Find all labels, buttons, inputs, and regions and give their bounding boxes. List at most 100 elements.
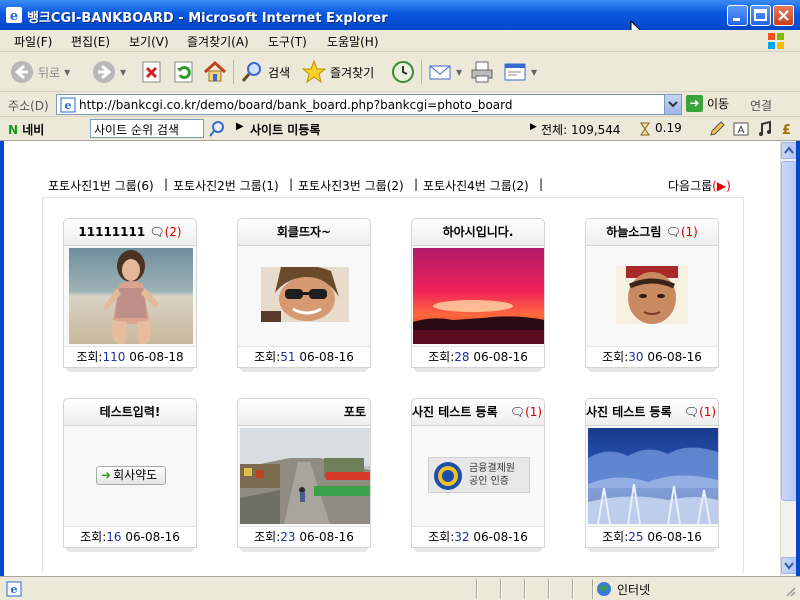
group-link-4[interactable]: 포토사진4번 그룹(2): [423, 177, 529, 194]
translate-icon[interactable]: A: [732, 120, 750, 138]
music-icon[interactable]: [756, 120, 774, 138]
scroll-up-button[interactable]: [781, 142, 797, 159]
card-shadow: [66, 548, 194, 552]
photo-card-image-area[interactable]: 금융결제원 공인 인증: [411, 426, 545, 526]
photo-card-image-area[interactable]: [585, 426, 719, 526]
resize-grip-icon[interactable]: [784, 585, 796, 597]
card-shadow: [414, 368, 542, 372]
address-dropdown-button[interactable]: [664, 95, 681, 114]
mail-icon: [429, 65, 451, 80]
payment-logo[interactable]: 금융결제원 공인 인증: [428, 457, 530, 493]
photo-card-image-area[interactable]: [63, 246, 197, 346]
stop-icon[interactable]: [140, 60, 164, 84]
photo-card-title-text: 회클뜨자~: [276, 225, 332, 239]
print-icon[interactable]: [470, 60, 494, 84]
edit-dropdown-icon[interactable]: ▼: [531, 68, 537, 77]
photo-card[interactable]: 포토 조회:23 06-08-16: [237, 398, 371, 552]
security-zone[interactable]: 인터넷: [596, 580, 650, 598]
photo-card-title[interactable]: 포토: [237, 398, 371, 426]
play-arrow-icon: ▶: [236, 121, 244, 132]
card-shadow: [66, 368, 194, 372]
photo-card-title[interactable]: 사진 테스트 등록 🗨(1): [411, 398, 545, 426]
naver-search-icon[interactable]: [208, 120, 226, 138]
go-arrow-icon: ➜: [686, 95, 703, 112]
photo-card[interactable]: 사진 테스트 등록 🗨(1) 조회:25 06-08-16: [585, 398, 719, 552]
title-bar[interactable]: e 뱅크CGI-BANKBOARD - Microsoft Internet E…: [0, 0, 800, 30]
naver-search-input[interactable]: 사이트 순위 검색: [90, 119, 204, 138]
post-date: 06-08-18: [129, 350, 184, 364]
history-icon[interactable]: [391, 60, 415, 84]
favorites-star-icon: [302, 60, 326, 84]
page-icon: e: [60, 97, 76, 113]
photo-card-title[interactable]: 하늘소그림 🗨(1): [585, 218, 719, 246]
group-link-2[interactable]: 포토사진2번 그룹(1): [173, 177, 279, 194]
close-button[interactable]: [773, 5, 794, 26]
home-icon[interactable]: [203, 60, 227, 84]
scroll-down-button[interactable]: [781, 557, 797, 574]
photo-card-image-area[interactable]: ➜ 회사약도: [63, 426, 197, 526]
card-shadow: [588, 548, 716, 552]
photo-card[interactable]: 하늘소그림 🗨(1) 조회:30 06-08-16: [585, 218, 719, 372]
naver-logo[interactable]: N 네비: [8, 121, 44, 138]
sunset-photo[interactable]: [413, 248, 545, 344]
snow-forest-photo[interactable]: [588, 428, 718, 524]
photo-card-title[interactable]: 하아시입니다.: [411, 218, 545, 246]
mail-button[interactable]: ▼: [428, 58, 462, 86]
menu-file[interactable]: 파일(F): [14, 33, 52, 50]
photo-card[interactable]: 회클뜨자~ 조회:51 06-08-16: [237, 218, 371, 372]
go-button[interactable]: ➜ 이동: [686, 95, 729, 112]
photo-card-image-area[interactable]: [237, 426, 371, 526]
beach-woman-photo[interactable]: [69, 248, 193, 344]
photo-card[interactable]: 11111111 🗨(2) 조회:110 06-08-18: [63, 218, 197, 372]
company-map-button[interactable]: ➜ 회사약도: [96, 466, 166, 485]
photo-card-image-area[interactable]: [237, 246, 371, 346]
maximize-button[interactable]: [750, 5, 771, 26]
card-shadow: [414, 548, 542, 552]
pencil-icon[interactable]: [708, 120, 726, 138]
status-separator: [476, 579, 478, 599]
menu-view[interactable]: 보기(V): [129, 33, 169, 50]
photo-card-image-area[interactable]: [585, 246, 719, 346]
forward-button[interactable]: ▼: [92, 58, 126, 86]
photo-card-image-area[interactable]: [411, 246, 545, 346]
photo-card-title[interactable]: 사진 테스트 등록 🗨(1): [585, 398, 719, 426]
toolbar-separator: [233, 60, 234, 84]
man-sunglasses-photo[interactable]: [261, 267, 349, 322]
photo-card-title[interactable]: 11111111 🗨(2): [63, 218, 197, 246]
next-group-link[interactable]: 다음그룹(▶): [668, 177, 731, 194]
status-bar: e 인터넷: [0, 576, 800, 600]
minimize-button[interactable]: [727, 5, 748, 26]
refresh-icon[interactable]: [172, 60, 196, 84]
tools-icon[interactable]: £: [780, 120, 798, 138]
street-photo[interactable]: [240, 428, 370, 524]
edit-button[interactable]: ▼: [503, 58, 537, 86]
menu-edit[interactable]: 편집(E): [71, 33, 110, 50]
views-label: 조회:: [76, 350, 103, 364]
group-link-3[interactable]: 포토사진3번 그룹(2): [298, 177, 404, 194]
photo-card-title[interactable]: 회클뜨자~: [237, 218, 371, 246]
address-input[interactable]: e http://bankcgi.co.kr/demo/board/bank_b…: [56, 94, 682, 115]
menu-favorites[interactable]: 즐겨찾기(A): [187, 33, 249, 50]
site-register-link[interactable]: 사이트 미등록: [250, 121, 320, 138]
search-button[interactable]: 검색: [240, 58, 290, 86]
man-headband-photo[interactable]: [616, 266, 688, 324]
photo-card[interactable]: 사진 테스트 등록 🗨(1) 금융결제원 공인 인증 조회:32 06-08-1…: [411, 398, 545, 552]
back-button[interactable]: 뒤로 ▼: [10, 58, 70, 86]
menu-tools[interactable]: 도구(T): [268, 33, 307, 50]
windows-logo-icon: [768, 33, 784, 49]
group-separator: |: [289, 177, 294, 191]
post-date: 06-08-16: [125, 530, 180, 544]
photo-card-info: 조회:51 06-08-16: [237, 346, 371, 368]
vertical-scrollbar[interactable]: [780, 141, 797, 576]
scroll-thumb[interactable]: [781, 161, 797, 501]
photo-card[interactable]: 테스트입력! ➜ 회사약도 조회:16 06-08-16: [63, 398, 197, 552]
favorites-button[interactable]: 즐겨찾기: [302, 58, 374, 86]
menu-help[interactable]: 도움말(H): [327, 33, 379, 50]
group-link-1[interactable]: 포토사진1번 그룹(6): [48, 177, 154, 194]
back-dropdown-icon[interactable]: ▼: [64, 68, 70, 77]
mail-dropdown-icon[interactable]: ▼: [456, 68, 462, 77]
photo-card-title[interactable]: 테스트입력!: [63, 398, 197, 426]
photo-card[interactable]: 하아시입니다. 조회:28 06-08-16: [411, 218, 545, 372]
forward-dropdown-icon[interactable]: ▼: [120, 68, 126, 77]
links-label[interactable]: 연결: [750, 97, 772, 114]
